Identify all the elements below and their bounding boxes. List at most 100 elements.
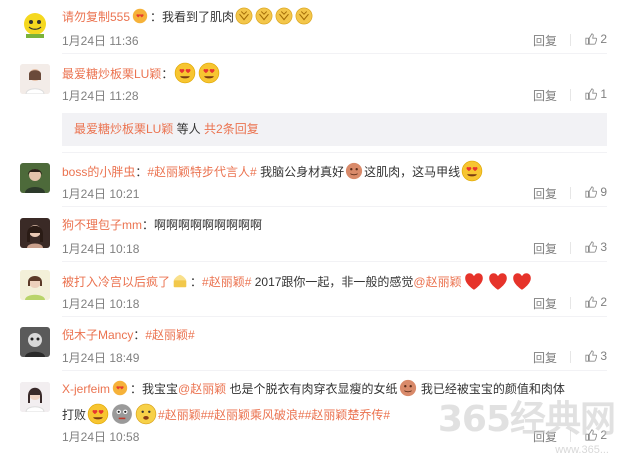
mention-link[interactable]: @赵丽颖 (178, 382, 226, 396)
comment-username[interactable]: X-jerfeim (62, 382, 110, 396)
comment-body: boss的小胖虫：#赵丽颖特步代言人# 我脑公身材真好 这肌肉，这马甲线 (62, 160, 599, 182)
sub-reply-link[interactable]: 共2条回复 (204, 122, 259, 136)
like-count: 1 (600, 87, 607, 101)
comment-text: 我脑公身材真好 (256, 165, 345, 179)
comment-time: 1月24日 11:28 (62, 89, 139, 103)
comment-time: 1月24日 10:18 (62, 297, 140, 311)
avatar[interactable] (20, 327, 50, 357)
bow-emoji-icon (235, 7, 253, 25)
comment-body: 倪木子Mancy：#赵丽颖# (62, 326, 599, 344)
avatar-portrait-icon (20, 64, 50, 94)
comment-username[interactable]: 被打入冷宫以后疯了 (62, 275, 170, 289)
divider (62, 53, 607, 54)
topic-link[interactable]: #赵丽颖楚乔传# (305, 408, 390, 422)
comment-username[interactable]: 请勿复制555 (62, 10, 130, 24)
red-heart-icon (487, 270, 509, 292)
reply-button[interactable]: 回复 (533, 185, 557, 202)
hungry-emoji-icon (135, 403, 157, 425)
action-divider (570, 89, 571, 101)
topic-link[interactable]: #赵丽颖特步代言人# (147, 165, 256, 179)
like-count: 2 (600, 32, 607, 46)
face-emoji-icon (399, 379, 417, 397)
cake-emoji-icon (171, 272, 189, 290)
comment-text: 打败 (62, 408, 87, 422)
comment-time: 1月24日 10:58 (62, 430, 140, 444)
comment-text: 2017跟你一起，非一般的感觉 (251, 275, 414, 289)
comment-username[interactable]: boss的小胖虫 (62, 165, 135, 179)
comment-username[interactable]: 倪木子Mancy (62, 328, 133, 342)
thumb-up-icon (585, 350, 597, 362)
avatar-portrait-icon (20, 327, 50, 357)
reply-button[interactable]: 回复 (533, 32, 557, 49)
thumb-up-icon (585, 241, 597, 253)
reply-button[interactable]: 回复 (533, 87, 557, 104)
reply-button[interactable]: 回复 (533, 240, 557, 257)
avatar[interactable] (20, 163, 50, 193)
mention-link[interactable]: @赵丽颖 (413, 275, 461, 289)
doge-emoji-icon (111, 403, 133, 425)
thumb-up-icon (585, 33, 597, 45)
like-button[interactable]: 3 (585, 349, 607, 363)
action-divider (570, 297, 571, 309)
action-divider (570, 351, 571, 363)
action-divider (570, 242, 571, 254)
like-button[interactable]: 9 (585, 185, 607, 199)
like-button[interactable]: 1 (585, 87, 607, 101)
watermark: 365经典网 (437, 399, 616, 440)
comment-text: ：啊啊啊啊啊啊啊啊啊 (142, 218, 263, 232)
reply-button[interactable]: 回复 (533, 295, 557, 312)
heart-eyes-emoji-icon (87, 403, 109, 425)
comment-text: ： (190, 275, 203, 289)
divider (62, 206, 607, 207)
like-button[interactable]: 3 (585, 240, 607, 254)
comment-text: ：我宝宝 (130, 382, 179, 396)
comment-text: ： (161, 67, 174, 81)
comment-time: 1月24日 11:36 (62, 34, 139, 48)
avatar-yellow-emoji-icon (24, 13, 46, 38)
divider (62, 261, 607, 262)
comment-text: ： (135, 165, 148, 179)
like-count: 2 (600, 295, 607, 309)
bow-emoji-icon (255, 7, 273, 25)
like-button[interactable]: 2 (585, 295, 607, 309)
action-divider (570, 187, 571, 199)
comment-text: 这肌肉，这马甲线 (364, 165, 461, 179)
divider (62, 370, 607, 371)
comment-time: 1月24日 10:18 (62, 242, 140, 256)
red-heart-icon (511, 270, 533, 292)
thumb-up-icon (585, 296, 597, 308)
like-count: 3 (600, 240, 607, 254)
comment-body: 最爱糖炒板栗LU颖： (62, 62, 599, 84)
sub-reply-summary[interactable]: 最爱糖炒板栗LU颖 等人 共2条回复 (62, 113, 607, 146)
comment-text: ：我看到了肌肉 (150, 10, 235, 24)
comment-username[interactable]: 最爱糖炒板栗LU颖 (62, 67, 161, 81)
comment-username[interactable]: 狗不理包子mm (62, 218, 142, 232)
comment-body: 狗不理包子mm：啊啊啊啊啊啊啊啊啊 (62, 216, 599, 234)
comment-time: 1月24日 18:49 (62, 351, 140, 365)
topic-link[interactable]: #赵丽颖乘风破浪# (207, 408, 304, 422)
sub-reply-username[interactable]: 最爱糖炒板栗LU颖 (74, 122, 173, 136)
heart-eyes-emoji-icon (198, 62, 220, 84)
avatar[interactable] (20, 218, 50, 248)
topic-link[interactable]: #赵丽颖# (202, 275, 251, 289)
heart-eyes-emoji-icon (461, 160, 483, 182)
comment-body: 请勿复制555 ：我看到了肌肉 (62, 7, 599, 26)
vip-badge-icon (131, 7, 149, 25)
topic-link[interactable]: #赵丽颖# (158, 408, 207, 422)
avatar[interactable] (20, 382, 50, 412)
like-button[interactable]: 2 (585, 32, 607, 46)
bow-emoji-icon (295, 7, 313, 25)
thumb-up-icon (585, 186, 597, 198)
action-divider (570, 34, 571, 46)
vip-badge-icon (111, 379, 129, 397)
avatar-portrait-icon (20, 163, 50, 193)
avatar[interactable] (20, 270, 50, 300)
heart-eyes-emoji-icon (174, 62, 196, 84)
topic-link[interactable]: #赵丽颖# (145, 328, 194, 342)
avatar[interactable] (20, 10, 50, 40)
reply-button[interactable]: 回复 (533, 349, 557, 366)
avatar-portrait-icon (20, 270, 50, 300)
comment-text: ： (133, 328, 146, 342)
avatar[interactable] (20, 64, 50, 94)
like-count: 9 (600, 185, 607, 199)
